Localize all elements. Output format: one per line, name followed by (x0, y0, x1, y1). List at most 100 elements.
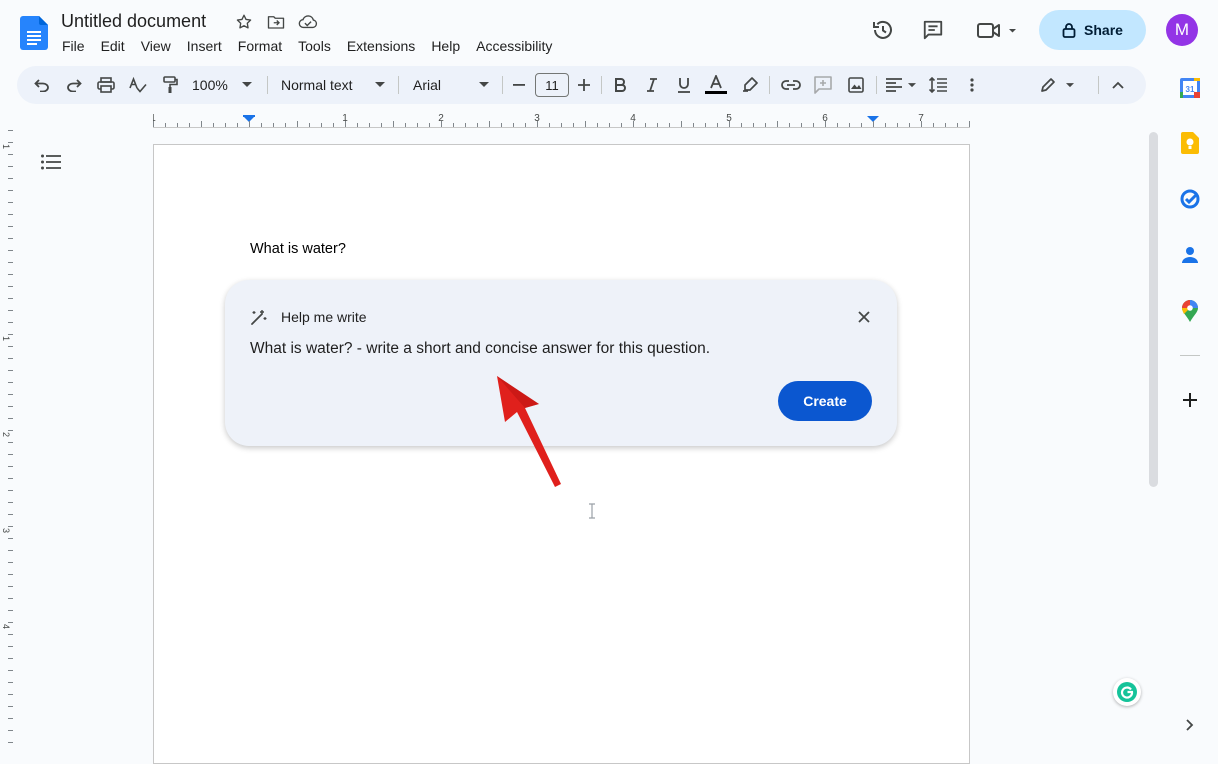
comments-icon[interactable] (917, 14, 949, 46)
vertical-scrollbar[interactable] (1149, 132, 1158, 487)
menu-help[interactable]: Help (423, 37, 468, 55)
toolbar-divider (502, 76, 503, 94)
pencil-icon (1041, 78, 1055, 92)
star-icon[interactable] (233, 12, 255, 32)
red-arrow-annotation (485, 370, 565, 490)
font-select[interactable]: Arial (413, 66, 489, 104)
get-add-ons-plus-icon[interactable] (1176, 386, 1204, 414)
menu-view[interactable]: View (133, 37, 179, 55)
font-size-value: 11 (535, 73, 569, 97)
close-icon[interactable] (853, 306, 875, 328)
vruler-label: 2 (1, 432, 11, 437)
google-maps-icon[interactable] (1176, 297, 1204, 325)
bold-icon[interactable] (609, 66, 631, 104)
create-button[interactable]: Create (778, 381, 872, 421)
more-options-icon[interactable] (961, 66, 983, 104)
toolbar-divider (601, 76, 602, 94)
highlight-color-icon[interactable] (739, 66, 761, 104)
svg-text:31: 31 (1186, 85, 1195, 94)
zoom-select[interactable]: 100% (192, 66, 262, 104)
grammarly-icon[interactable] (1113, 678, 1141, 706)
add-comment-icon[interactable] (812, 66, 834, 104)
menu-insert[interactable]: Insert (179, 37, 230, 55)
document-text[interactable]: What is water? (250, 241, 346, 257)
italic-icon[interactable] (641, 66, 663, 104)
google-calendar-icon[interactable]: 31 (1176, 74, 1204, 102)
menu-extensions[interactable]: Extensions (339, 37, 423, 55)
avatar[interactable]: M (1166, 14, 1198, 46)
align-select[interactable] (883, 66, 919, 104)
magic-pencil-icon (250, 308, 268, 326)
menu-edit[interactable]: Edit (93, 37, 133, 55)
align-left-icon (886, 78, 902, 92)
docs-logo-icon[interactable] (20, 16, 48, 50)
chevron-down-icon (1066, 82, 1074, 87)
ruler-label: 7 (918, 113, 924, 124)
toolbar-divider (876, 76, 877, 94)
menu-accessibility[interactable]: Accessibility (468, 37, 560, 55)
increase-font-size-icon[interactable] (575, 66, 593, 104)
font-value: Arial (413, 77, 442, 93)
toolbar-divider (398, 76, 399, 94)
share-button[interactable]: Share (1039, 10, 1146, 50)
redo-icon[interactable] (63, 66, 85, 104)
google-keep-icon[interactable] (1176, 129, 1204, 157)
ruler-label: 5 (726, 113, 732, 124)
menu-tools[interactable]: Tools (290, 37, 339, 55)
text-cursor-icon (587, 503, 597, 519)
ruler-label: 1 (342, 113, 348, 124)
chevron-down-icon (908, 82, 916, 87)
text-color-icon[interactable] (703, 66, 729, 104)
ruler-label: 6 (822, 113, 828, 124)
vruler-label: 1 (1, 144, 11, 149)
paragraph-style-select[interactable]: Normal text (281, 66, 385, 104)
zoom-value: 100% (192, 77, 228, 93)
cloud-saved-icon[interactable] (297, 12, 319, 32)
undo-icon[interactable] (31, 66, 53, 104)
ruler-label: 1 (153, 113, 156, 124)
show-side-panel-chevron-right-icon[interactable] (1176, 711, 1204, 739)
lock-icon (1062, 23, 1076, 38)
document-title[interactable]: Untitled document (61, 11, 206, 32)
spellcheck-icon[interactable] (127, 66, 149, 104)
first-line-indent-marker[interactable] (243, 115, 255, 117)
help-me-write-title: Help me write (281, 309, 367, 325)
menu-bar: File Edit View Insert Format Tools Exten… (54, 37, 560, 55)
google-tasks-icon[interactable] (1176, 185, 1204, 213)
paint-format-icon[interactable] (159, 66, 181, 104)
line-spacing-icon[interactable] (927, 66, 949, 104)
editing-mode-select[interactable] (1037, 66, 1077, 104)
print-icon[interactable] (95, 66, 117, 104)
meet-video-icon[interactable] (974, 14, 1020, 46)
help-me-write-prompt-input[interactable]: What is water? - write a short and conci… (250, 340, 710, 358)
share-label: Share (1084, 22, 1123, 38)
google-contacts-icon[interactable] (1176, 241, 1204, 269)
ruler-label: 4 (630, 113, 636, 124)
toolbar-divider (1098, 76, 1099, 94)
version-history-icon[interactable] (867, 14, 899, 46)
horizontal-ruler[interactable]: 1 1 2 3 4 5 6 7 (153, 112, 970, 128)
side-panel-divider (1180, 355, 1200, 356)
move-folder-icon[interactable] (265, 12, 287, 32)
ruler-label: 2 (438, 113, 444, 124)
vertical-ruler[interactable]: 1 1 2 3 4 (0, 130, 14, 753)
menu-file[interactable]: File (54, 37, 93, 55)
chevron-down-icon (375, 82, 385, 87)
font-size-input[interactable]: 11 (535, 66, 569, 104)
toolbar: 100% Normal text Arial 11 (17, 66, 1146, 104)
toolbar-divider (769, 76, 770, 94)
insert-image-icon[interactable] (845, 66, 867, 104)
chevron-down-icon (241, 82, 252, 87)
document-outline-icon[interactable] (38, 150, 64, 174)
insert-link-icon[interactable] (779, 66, 803, 104)
ruler-label: 3 (534, 113, 540, 124)
vruler-label: 4 (1, 624, 11, 629)
decrease-font-size-icon[interactable] (510, 66, 528, 104)
vruler-label: 1 (1, 336, 11, 341)
chevron-down-icon (479, 82, 489, 87)
hide-menus-chevron-up-icon[interactable] (1107, 66, 1129, 104)
paragraph-style-value: Normal text (281, 77, 353, 93)
underline-icon[interactable] (673, 66, 695, 104)
vruler-label: 3 (1, 528, 11, 533)
menu-format[interactable]: Format (230, 37, 290, 55)
